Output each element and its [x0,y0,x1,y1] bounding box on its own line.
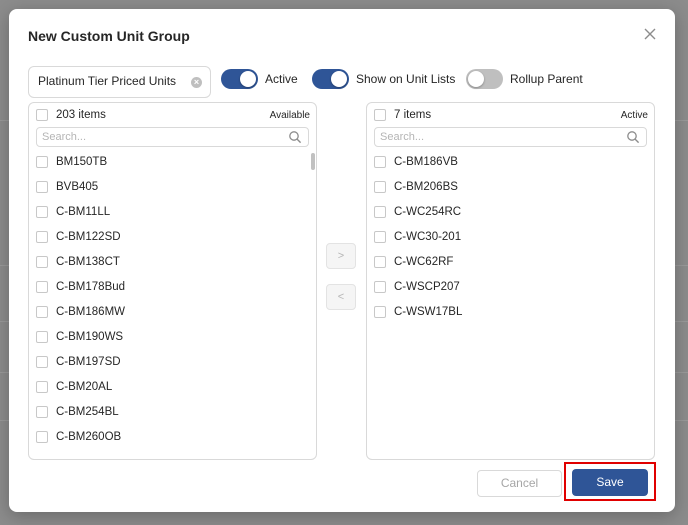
list-item[interactable]: C-BM138CT [29,250,316,275]
available-count: 203 items [56,109,106,121]
toggle-knob [331,71,347,87]
item-checkbox[interactable] [374,306,386,318]
rollup-parent-label: Rollup Parent [510,72,583,86]
item-label: C-BM11LL [56,206,111,218]
select-all-active-checkbox[interactable] [374,109,386,121]
item-checkbox[interactable] [36,256,48,268]
search-icon[interactable] [288,130,302,144]
item-label: C-WC62RF [394,256,454,268]
list-item[interactable]: C-BM186MW [29,300,316,325]
toggle-knob [468,71,484,87]
item-label: C-BM197SD [56,356,121,368]
item-checkbox[interactable] [374,231,386,243]
item-checkbox[interactable] [36,331,48,343]
list-item[interactable]: C-WC62RF [367,250,654,275]
move-left-button[interactable]: < [326,284,356,310]
toggle-knob [240,71,256,87]
item-checkbox[interactable] [36,306,48,318]
item-checkbox[interactable] [36,431,48,443]
active-header: 7 items Active [367,103,654,127]
active-tag: Active [620,110,648,121]
list-item[interactable]: C-BM11LL [29,200,316,225]
list-item[interactable]: BM150TB [29,150,316,175]
item-checkbox[interactable] [374,206,386,218]
available-list-panel: 203 items Available BM150TB BVB405 C-BM11L… [28,102,317,460]
item-checkbox[interactable] [36,381,48,393]
item-checkbox[interactable] [374,181,386,193]
item-label: C-WSCP207 [394,281,460,293]
available-scrollbar[interactable] [311,153,315,170]
item-label: C-BM20AL [56,381,113,393]
item-checkbox[interactable] [36,281,48,293]
item-label: BM150TB [56,156,108,168]
show-on-unit-lists-toggle[interactable] [312,69,349,89]
available-tag: Available [269,110,310,121]
available-search [36,127,309,147]
clear-icon[interactable]: × [191,77,202,88]
item-label: C-BM186VB [394,156,458,168]
list-item[interactable]: C-BM206BS [367,175,654,200]
item-label: C-WC254RC [394,206,462,218]
list-item[interactable]: C-BM260OB [29,425,316,450]
list-item[interactable]: C-BM122SD [29,225,316,250]
item-checkbox[interactable] [36,206,48,218]
list-item[interactable]: C-BM186VB [367,150,654,175]
item-label: C-WSW17BL [394,306,463,318]
search-icon[interactable] [626,130,640,144]
move-right-button[interactable]: > [326,243,356,269]
item-checkbox[interactable] [36,356,48,368]
group-name-input[interactable] [38,74,183,88]
save-button[interactable]: Save [572,469,648,496]
available-header: 203 items Available [29,103,316,127]
item-checkbox[interactable] [36,406,48,418]
list-item[interactable]: C-WSCP207 [367,275,654,300]
active-items: C-BM186VB C-BM206BS C-WC254RC C-WC30-201 C-W… [367,150,654,325]
active-count: 7 items [394,109,432,121]
list-item[interactable]: C-WC30-201 [367,225,654,250]
active-toggle-label: Active [265,72,298,86]
cancel-button[interactable]: Cancel [477,470,562,497]
list-item[interactable]: C-WC254RC [367,200,654,225]
item-label: C-BM186MW [56,306,126,318]
item-label: C-BM206BS [394,181,458,193]
list-item[interactable]: C-BM178Bud [29,275,316,300]
dialog-title: New Custom Unit Group [28,28,190,44]
item-label: C-BM122SD [56,231,121,243]
item-label: C-BM138CT [56,256,120,268]
item-checkbox[interactable] [36,156,48,168]
active-list-panel: 7 items Active C-BM186VB C-BM206BS C-WC254… [366,102,655,460]
item-label: BVB405 [56,181,99,193]
item-checkbox[interactable] [374,256,386,268]
available-items: BM150TB BVB405 C-BM11LL C-BM122SD C-BM138CT C… [29,150,316,450]
active-search [374,127,647,147]
item-label: C-BM178Bud [56,281,126,293]
show-on-unit-lists-label: Show on Unit Lists [356,72,456,86]
active-search-input[interactable] [380,131,615,143]
available-search-input[interactable] [42,131,277,143]
list-item[interactable]: C-BM197SD [29,350,316,375]
item-label: C-WC30-201 [394,231,462,243]
custom-unit-group-dialog: New Custom Unit Group × Active Show on U… [9,9,675,512]
list-item[interactable]: C-BM190WS [29,325,316,350]
item-label: C-BM190WS [56,331,124,343]
close-icon[interactable] [641,25,659,43]
item-checkbox[interactable] [374,281,386,293]
item-label: C-BM254BL [56,406,119,418]
item-label: C-BM260OB [56,431,122,443]
active-toggle[interactable] [221,69,258,89]
select-all-available-checkbox[interactable] [36,109,48,121]
list-item[interactable]: BVB405 [29,175,316,200]
list-item[interactable]: C-BM254BL [29,400,316,425]
list-item[interactable]: C-WSW17BL [367,300,654,325]
item-checkbox[interactable] [36,181,48,193]
group-name-field: × [28,66,211,98]
item-checkbox[interactable] [374,156,386,168]
item-checkbox[interactable] [36,231,48,243]
list-item[interactable]: C-BM20AL [29,375,316,400]
rollup-parent-toggle[interactable] [466,69,503,89]
